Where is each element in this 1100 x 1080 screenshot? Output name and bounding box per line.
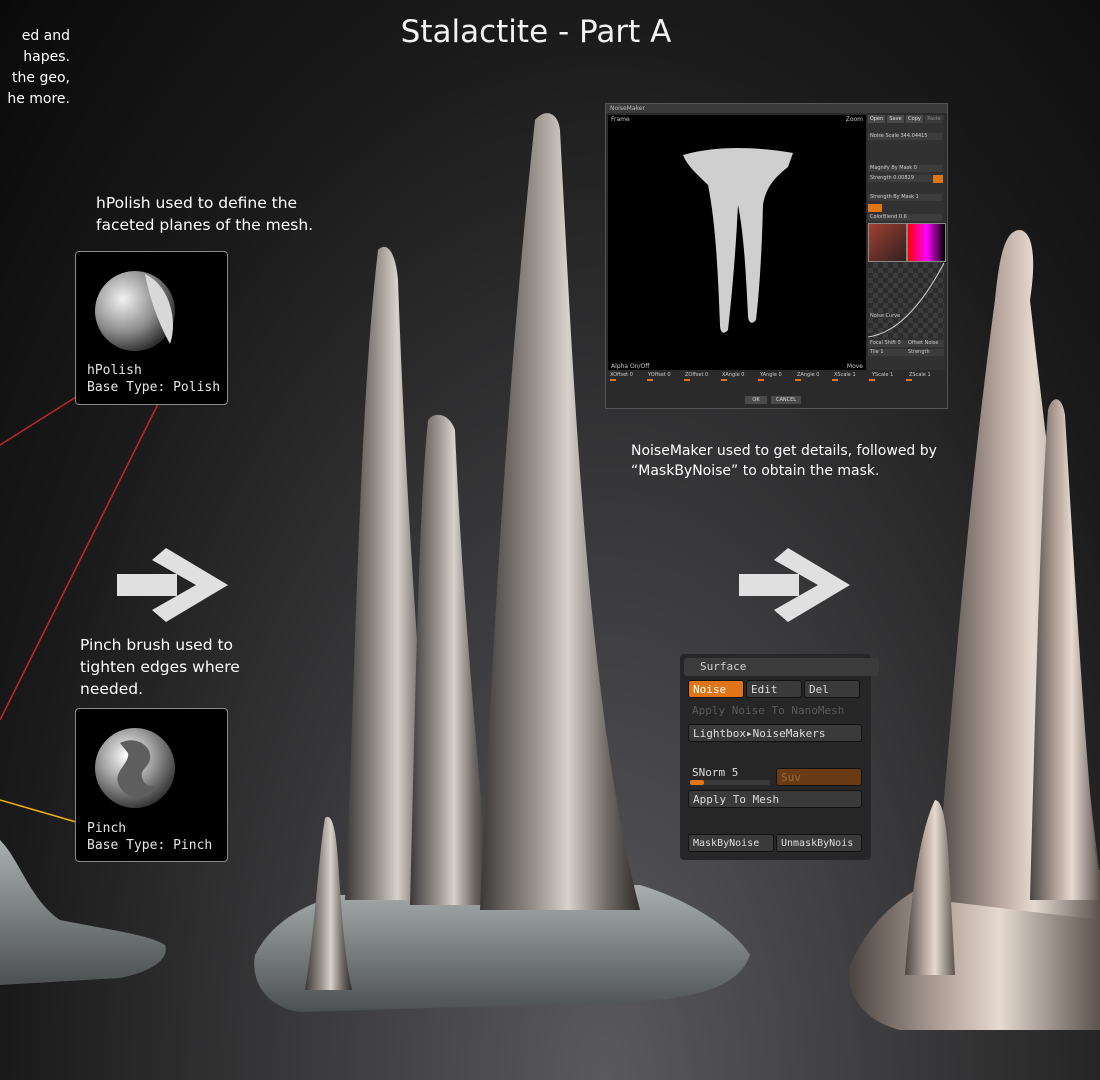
suv-button[interactable]: Suv — [776, 768, 862, 786]
del-button[interactable]: Del — [804, 680, 860, 698]
yangle-slider[interactable]: YAngle 0 — [760, 372, 782, 378]
zoffset-slider[interactable]: ZOffset 0 — [685, 372, 708, 378]
noise-curve-label: Noise Curve — [870, 313, 901, 319]
noisemaker-caption: NoiseMaker used to get details, followed… — [631, 441, 937, 481]
tile-slider[interactable]: Tile 1 — [868, 349, 906, 356]
right-arrow-icon — [117, 548, 228, 622]
color-swatch-2[interactable] — [907, 223, 946, 262]
noise-settings-panel: Open Save Copy Paste Noise Scale 344.044… — [867, 115, 946, 370]
focal-shift-slider[interactable]: Focal Shift 0 — [868, 340, 906, 347]
snorm-slider[interactable]: SNorm 5 — [692, 766, 738, 779]
alpha-toggle[interactable]: Alpha On/Off — [611, 363, 649, 370]
brush-name: hPolish — [87, 363, 142, 378]
caption-line: “MaskByNoise” to obtain the mask. — [631, 463, 880, 479]
caption-line: Pinch brush used to — [80, 636, 234, 654]
connector-line — [0, 396, 77, 446]
slider-knobs — [610, 379, 943, 381]
move-label[interactable]: Move — [847, 363, 863, 370]
save-button[interactable]: Save — [887, 115, 904, 123]
caption-line: needed. — [80, 680, 144, 698]
strength-slider[interactable]: Strength 0.00829 — [868, 175, 932, 182]
caption-line: NoiseMaker used to get details, followed… — [631, 443, 937, 459]
pinch-brush-icon — [95, 728, 175, 808]
yoffset-slider[interactable]: YOffset 0 — [648, 372, 671, 378]
hpolish-caption: hPolish used to define the faceted plane… — [96, 192, 313, 236]
surface-panel: Surface Noise Edit Del Apply Noise To Na… — [680, 654, 879, 860]
noise-button[interactable]: Noise — [688, 680, 744, 698]
connector-line — [0, 799, 77, 823]
strength-toggle[interactable] — [933, 175, 943, 183]
hpolish-brush-card[interactable]: hPolish Base Type: Polish — [75, 251, 228, 405]
noisemaker-window: NoiseMaker Frame Zoom Alpha On/Off Move … — [605, 103, 948, 409]
xscale-slider[interactable]: XScale 1 — [834, 372, 856, 378]
paste-button[interactable]: Paste — [925, 115, 943, 123]
cancel-button[interactable]: CANCEL — [771, 396, 801, 404]
window-title: NoiseMaker — [606, 104, 947, 113]
pinch-caption: Pinch brush used to tighten edges where … — [80, 634, 240, 700]
pinch-brush-card[interactable]: Pinch Base Type: Pinch — [75, 708, 228, 862]
zscale-slider[interactable]: ZScale 1 — [909, 372, 931, 378]
apply-noise-to-nanomesh-button[interactable]: Apply Noise To NanoMesh — [692, 704, 844, 717]
noise-scale-slider[interactable]: Noise Scale 344.04415 — [868, 133, 942, 140]
snorm-fill — [690, 780, 704, 785]
mode-button[interactable] — [868, 204, 882, 212]
open-button[interactable]: Open — [868, 115, 885, 123]
offset-noise-slider[interactable]: Offset Noise — [906, 340, 944, 347]
zoom-label[interactable]: Zoom — [846, 116, 863, 123]
snorm-track[interactable] — [690, 780, 770, 785]
noise-curve-editor[interactable]: Noise Curve — [867, 262, 945, 338]
ok-button[interactable]: OK — [745, 396, 767, 404]
copy-button[interactable]: Copy — [906, 115, 923, 123]
edit-button[interactable]: Edit — [746, 680, 802, 698]
right-arrow-icon — [739, 548, 850, 622]
brush-name: Pinch — [87, 821, 127, 836]
offset-sliders: XOffset 0 YOffset 0 ZOffset 0 XAngle 0 Y… — [608, 372, 945, 406]
surface-header[interactable]: Surface — [684, 658, 879, 676]
color-swatch-1[interactable] — [868, 223, 907, 262]
caption-line: faceted planes of the mesh. — [96, 216, 314, 234]
mask-by-noise-button[interactable]: MaskByNoise — [688, 834, 774, 852]
yscale-slider[interactable]: YScale 1 — [872, 372, 893, 378]
stalactite-preview — [683, 148, 793, 333]
strength-by-mask-slider[interactable]: Strength By Mask 1 — [868, 194, 942, 201]
caption-line: hPolish used to define the — [96, 194, 298, 212]
color-blend-slider[interactable]: ColorBlend 0.6 — [868, 214, 942, 221]
unmask-by-noise-button[interactable]: UnmaskByNois — [776, 834, 862, 852]
zangle-slider[interactable]: ZAngle 0 — [797, 372, 819, 378]
caption-line: tighten edges where — [80, 658, 240, 676]
apply-to-mesh-button[interactable]: Apply To Mesh — [688, 790, 862, 808]
hpolish-brush-icon — [95, 271, 175, 351]
brush-base-type: Base Type: Pinch — [87, 838, 213, 853]
xoffset-slider[interactable]: XOffset 0 — [610, 372, 633, 378]
noise-preview-viewport[interactable]: Frame Zoom Alpha On/Off Move — [608, 115, 866, 370]
lightbox-noisemakers-button[interactable]: Lightbox▸NoiseMakers — [688, 724, 862, 742]
strength-curve-slider[interactable]: Strength — [906, 349, 944, 356]
brush-base-type: Base Type: Polish — [87, 380, 221, 395]
magnify-by-mask-slider[interactable]: Magnify By Mask 0 — [868, 165, 942, 172]
frame-label[interactable]: Frame — [611, 116, 630, 123]
xangle-slider[interactable]: XAngle 0 — [722, 372, 744, 378]
